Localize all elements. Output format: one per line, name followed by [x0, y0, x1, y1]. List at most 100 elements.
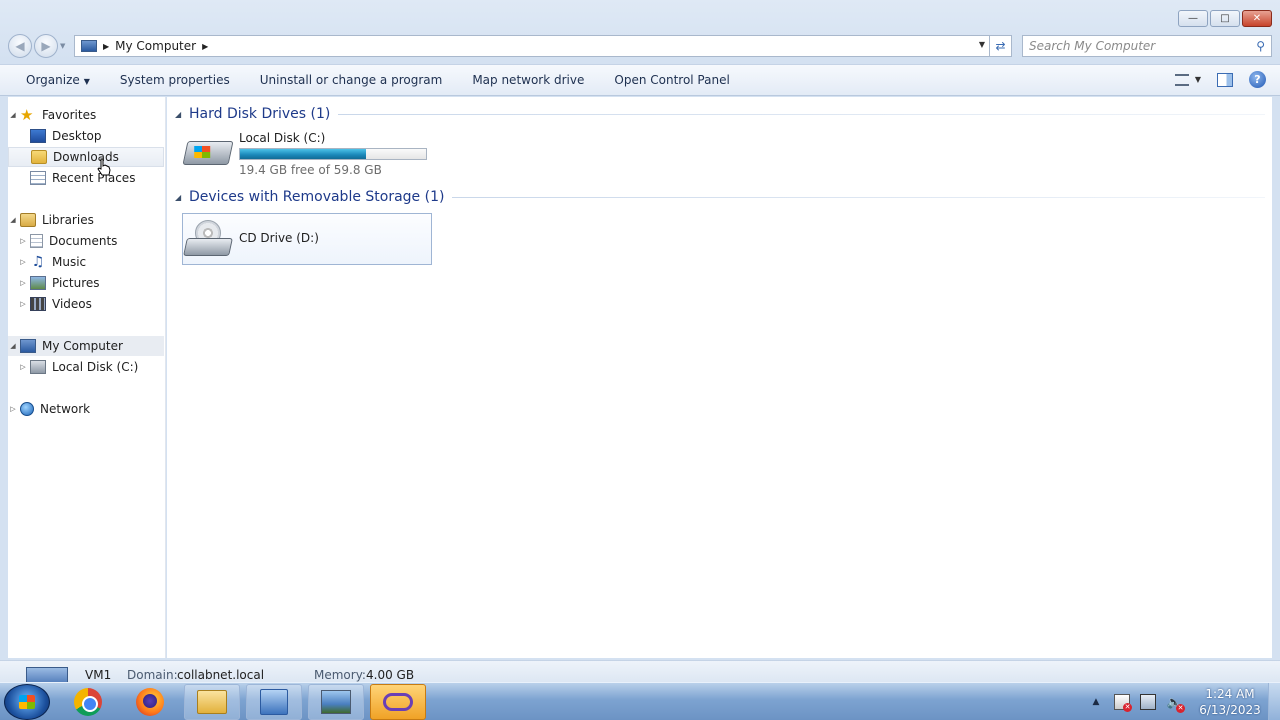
nav-network-label: Network — [40, 402, 91, 416]
error-badge-icon: ✕ — [1123, 703, 1132, 712]
minimize-button[interactable]: — — [1178, 10, 1208, 27]
disk-usage-fill — [240, 149, 366, 159]
address-bar[interactable]: ▶ My Computer ▶ ▼ — [74, 35, 990, 57]
system-properties-button[interactable]: System properties — [120, 73, 230, 87]
search-input[interactable]: Search My Computer ⚲ — [1022, 35, 1272, 57]
collapse-icon[interactable]: ◢ — [8, 216, 18, 224]
nav-documents[interactable]: ▷ Documents — [18, 231, 174, 251]
server-manager-icon — [260, 689, 288, 715]
nav-videos[interactable]: ▷ Videos — [18, 294, 174, 314]
collapse-icon[interactable]: ◢ — [8, 111, 18, 119]
nav-desktop[interactable]: Desktop — [18, 126, 174, 146]
organize-button[interactable]: Organize ▼ — [26, 73, 90, 87]
address-dropdown-icon[interactable]: ▼ — [979, 40, 985, 49]
refresh-button[interactable]: ⇄ — [990, 35, 1012, 57]
open-control-panel-button[interactable]: Open Control Panel — [614, 73, 729, 87]
change-view-icon[interactable] — [1174, 73, 1189, 86]
desktop-icon — [30, 129, 46, 143]
action-center-icon[interactable]: ✕ — [1114, 694, 1132, 712]
network-globe-icon — [20, 402, 34, 416]
group-title: Devices with Removable Storage (1) — [189, 189, 445, 205]
maximize-button[interactable]: □ — [1210, 10, 1240, 27]
folder-icon — [197, 690, 227, 714]
drive-name: CD Drive (D:) — [239, 231, 319, 245]
show-hidden-icons-icon[interactable]: ▲ — [1088, 694, 1104, 710]
downloads-folder-icon — [31, 150, 47, 164]
taskbar-image-viewer[interactable] — [308, 684, 364, 720]
image-viewer-icon — [321, 690, 351, 714]
nav-local-disk-label: Local Disk (C:) — [52, 360, 139, 374]
collapse-icon[interactable]: ◢ — [8, 342, 18, 350]
expand-icon[interactable]: ▷ — [18, 300, 28, 308]
help-icon[interactable]: ? — [1249, 71, 1266, 88]
clock[interactable]: 1:24 AM 6/13/2023 — [1192, 686, 1268, 718]
nav-my-computer[interactable]: ◢ My Computer — [8, 336, 164, 356]
view-options-dropdown-icon[interactable]: ▼ — [1195, 75, 1201, 84]
nav-downloads[interactable]: Downloads — [8, 147, 164, 167]
domain-value: collabnet.local — [177, 668, 265, 682]
forward-button[interactable]: ▶ — [34, 34, 58, 58]
nav-music[interactable]: ▷ ♫ Music — [18, 252, 174, 272]
back-button[interactable]: ◀ — [8, 34, 32, 58]
group-divider — [452, 196, 1265, 198]
close-button[interactable]: ✕ — [1242, 10, 1272, 27]
memory-value: 4.00 GB — [366, 668, 415, 682]
recent-pages-dropdown[interactable]: ▼ — [60, 42, 70, 50]
taskbar-server-manager[interactable] — [246, 684, 302, 720]
nav-recent-places-label: Recent Places — [52, 171, 136, 185]
nav-network[interactable]: ▷ Network — [8, 399, 164, 419]
breadcrumb-separator-icon[interactable]: ▶ — [202, 42, 208, 51]
volume-muted-icon[interactable]: 🔈 ✕ — [1166, 694, 1185, 713]
hand-cursor-icon — [97, 158, 111, 176]
computer-name: VM1 — [85, 668, 112, 682]
forward-arrow-icon: ▶ — [41, 39, 51, 53]
caption-buttons: — □ ✕ — [1178, 10, 1272, 27]
expand-icon[interactable]: ▷ — [18, 363, 28, 371]
expand-icon[interactable]: ▷ — [18, 258, 28, 266]
recent-places-icon — [30, 171, 46, 185]
nav-videos-label: Videos — [52, 297, 92, 311]
expand-icon[interactable]: ▷ — [18, 237, 28, 245]
taskbar-firefox[interactable] — [122, 684, 178, 720]
film-strip-icon — [30, 297, 46, 311]
collapse-group-icon[interactable]: ◢ — [175, 193, 189, 202]
libraries-icon — [20, 213, 36, 227]
collapse-group-icon[interactable]: ◢ — [175, 110, 189, 119]
visual-studio-icon — [383, 693, 413, 711]
music-note-icon: ♫ — [31, 254, 45, 270]
details-pane: VM1 Domain: collabnet.local Memory: 4.00… — [0, 660, 1280, 682]
domain-label: Domain: — [127, 668, 178, 682]
group-hard-disk-drives[interactable]: ◢ Hard Disk Drives (1) — [175, 106, 1265, 122]
content-pane: ◢ Hard Disk Drives (1) Local Disk (C:) 1… — [167, 97, 1272, 658]
search-icon[interactable]: ⚲ — [1256, 39, 1265, 53]
nav-pictures[interactable]: ▷ Pictures — [18, 273, 174, 293]
nav-favorites-label: Favorites — [42, 108, 97, 122]
show-desktop-button[interactable] — [1268, 683, 1280, 720]
network-status-icon[interactable] — [1140, 694, 1156, 710]
map-network-drive-button[interactable]: Map network drive — [472, 73, 584, 87]
taskbar: ▲ ✕ 🔈 ✕ 1:24 AM 6/13/2023 — [0, 682, 1280, 720]
nav-libraries[interactable]: ◢ Libraries — [8, 210, 164, 230]
cd-drive-tile[interactable]: CD Drive (D:) — [182, 213, 432, 265]
cd-drive-icon — [183, 218, 233, 260]
expand-icon[interactable]: ▷ — [8, 405, 18, 413]
start-button[interactable] — [4, 684, 50, 720]
nav-music-label: Music — [52, 255, 87, 269]
group-removable-storage[interactable]: ◢ Devices with Removable Storage (1) — [175, 189, 1265, 205]
command-bar: Organize ▼ System properties Uninstall or… — [0, 64, 1280, 96]
taskbar-explorer[interactable] — [184, 684, 240, 720]
taskbar-visual-studio[interactable] — [370, 684, 426, 720]
breadcrumb-separator-icon[interactable]: ▶ — [103, 42, 109, 51]
nav-local-disk[interactable]: ▷ Local Disk (C:) — [18, 357, 174, 377]
taskbar-chrome[interactable] — [60, 684, 116, 720]
breadcrumb-my-computer[interactable]: My Computer — [115, 39, 196, 53]
nav-recent-places[interactable]: Recent Places — [18, 168, 174, 188]
view-controls: ▼ ? — [1174, 71, 1266, 88]
preview-pane-icon[interactable] — [1217, 72, 1233, 87]
expand-icon[interactable]: ▷ — [18, 279, 28, 287]
uninstall-program-button[interactable]: Uninstall or change a program — [260, 73, 443, 87]
search-placeholder: Search My Computer — [1029, 39, 1156, 53]
address-row: ◀ ▶ ▼ ▶ My Computer ▶ ▼ ⇄ Search My Comp… — [8, 34, 1272, 58]
local-disk-tile[interactable]: Local Disk (C:) 19.4 GB free of 59.8 GB — [182, 131, 433, 179]
nav-favorites[interactable]: ◢ ★ Favorites — [8, 105, 164, 125]
